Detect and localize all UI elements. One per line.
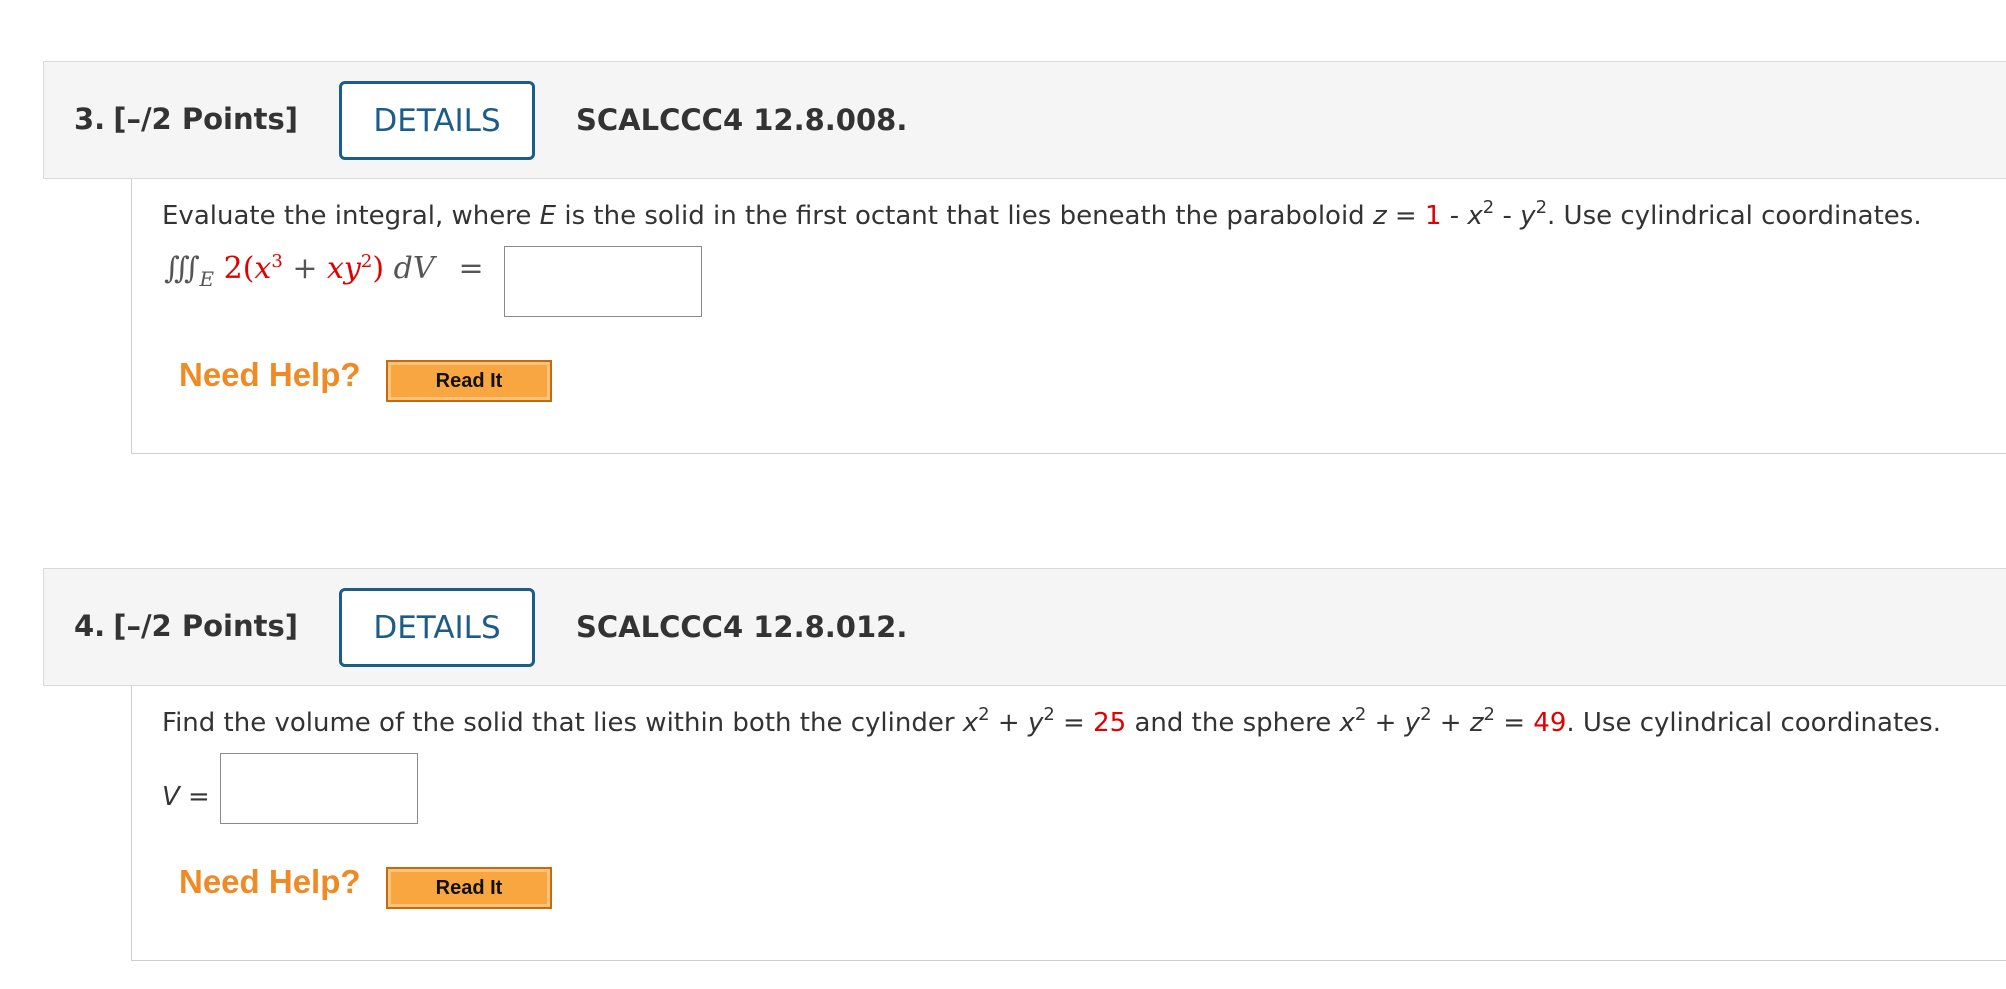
question-3-header: 3. [–/2 Points] DETAILS SCALCCC4 12.8.008… xyxy=(43,61,2006,179)
triple-integral-symbol: ∭ xyxy=(164,251,200,286)
read-it-button[interactable]: Read It xyxy=(386,867,552,909)
question-number: 3. [–/2 Points] xyxy=(74,102,298,136)
answer-label: V = xyxy=(162,782,210,812)
details-button[interactable]: DETAILS xyxy=(339,81,535,160)
question-3-body: Evaluate the integral, where E is the so… xyxy=(131,179,2006,454)
answer-input[interactable] xyxy=(504,246,702,317)
question-4-header: 4. [–/2 Points] DETAILS SCALCCC4 12.8.012… xyxy=(43,568,2006,686)
need-help-label: Need Help? xyxy=(179,356,361,393)
question-number: 4. [–/2 Points] xyxy=(74,609,298,643)
integral-expression: ∭E 2(x3 + xy2) dV = xyxy=(164,251,484,291)
question-number-label: 3. xyxy=(74,102,106,136)
highlighted-value: 49 xyxy=(1533,708,1567,738)
question-prompt: Evaluate the integral, where E is the so… xyxy=(162,197,1922,232)
points-label: [–/2 Points] xyxy=(113,609,298,643)
highlighted-value: 1 xyxy=(1424,201,1442,231)
question-number-label: 4. xyxy=(74,609,106,643)
question-prompt: Find the volume of the solid that lies w… xyxy=(162,704,1941,739)
need-help-label: Need Help? xyxy=(179,863,361,900)
problem-code: SCALCCC4 12.8.012. xyxy=(576,610,908,644)
read-it-button[interactable]: Read It xyxy=(386,360,552,402)
highlighted-value: 25 xyxy=(1093,708,1127,738)
question-4-body: Find the volume of the solid that lies w… xyxy=(131,686,2006,961)
details-button[interactable]: DETAILS xyxy=(339,588,535,667)
answer-input[interactable] xyxy=(220,753,418,824)
points-label: [–/2 Points] xyxy=(113,102,298,136)
problem-code: SCALCCC4 12.8.008. xyxy=(576,103,908,137)
